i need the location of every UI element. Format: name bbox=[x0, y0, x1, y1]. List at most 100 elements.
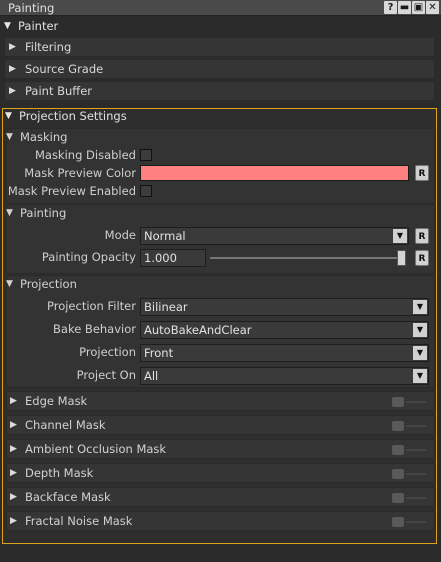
opacity-slider-thumb[interactable] bbox=[397, 250, 406, 266]
toggle-knob bbox=[392, 421, 404, 431]
expand-right-icon: ▶ bbox=[10, 396, 17, 406]
masking-label: Masking bbox=[20, 130, 68, 144]
mask-toggle[interactable] bbox=[392, 493, 426, 503]
expand-right-icon: ▶ bbox=[10, 468, 17, 478]
section-source-grade[interactable]: ▶ Source Grade bbox=[4, 59, 435, 79]
expand-right-icon: ▶ bbox=[9, 86, 16, 96]
opacity-slider-track[interactable] bbox=[210, 257, 406, 259]
mode-value: Normal bbox=[144, 229, 186, 243]
mask-toggle[interactable] bbox=[392, 469, 426, 479]
mask-row-backface[interactable]: ▶ Backface Mask bbox=[6, 487, 435, 507]
window-titlebar: Painting ? ▬ ▣ ✕ bbox=[0, 0, 441, 16]
mask-row-fractal-noise[interactable]: ▶ Fractal Noise Mask bbox=[6, 511, 435, 531]
expand-down-icon: ▼ bbox=[6, 132, 13, 142]
toggle-knob bbox=[392, 397, 404, 407]
project-on-select[interactable]: All ▼ bbox=[140, 367, 429, 385]
mask-preview-enabled-checkbox[interactable] bbox=[140, 185, 152, 197]
painting-header[interactable]: ▼ Painting bbox=[6, 204, 66, 222]
expand-right-icon: ▶ bbox=[10, 492, 17, 502]
painter-section-label: Painter bbox=[18, 19, 59, 33]
toggle-track bbox=[406, 521, 426, 523]
masking-disabled-checkbox[interactable] bbox=[140, 149, 152, 161]
toggle-track bbox=[406, 497, 426, 499]
section-label: Source Grade bbox=[25, 62, 104, 76]
opacity-reset-button[interactable]: R bbox=[415, 250, 429, 266]
mask-row-channel[interactable]: ▶ Channel Mask bbox=[6, 415, 435, 435]
painter-section-header[interactable]: ▼ Painter bbox=[4, 16, 58, 36]
expand-right-icon: ▶ bbox=[10, 420, 17, 430]
mask-label: Ambient Occlusion Mask bbox=[25, 442, 167, 456]
chevron-down-icon: ▼ bbox=[413, 323, 427, 337]
painting-label: Painting bbox=[20, 206, 67, 220]
painting-opacity-label: Painting Opacity bbox=[41, 250, 136, 264]
project-on-value: All bbox=[144, 369, 159, 383]
help-icon[interactable]: ? bbox=[384, 1, 397, 14]
expand-down-icon: ▼ bbox=[6, 208, 13, 218]
section-paint-buffer[interactable]: ▶ Paint Buffer bbox=[4, 81, 435, 101]
masking-disabled-label: Masking Disabled bbox=[34, 148, 136, 162]
projection-header[interactable]: ▼ Projection bbox=[6, 275, 77, 293]
project-on-label: Project On bbox=[76, 368, 136, 382]
painting-opacity-input[interactable]: 1.000 bbox=[140, 249, 206, 267]
toggle-track bbox=[406, 449, 426, 451]
chevron-down-icon: ▼ bbox=[413, 300, 427, 314]
mask-label: Depth Mask bbox=[25, 466, 94, 480]
float-icon[interactable]: ▣ bbox=[412, 1, 425, 14]
minimize-icon[interactable]: ▬ bbox=[398, 1, 411, 14]
mask-preview-color-label: Mask Preview Color bbox=[24, 166, 136, 180]
toggle-knob bbox=[392, 517, 404, 527]
mask-toggle[interactable] bbox=[392, 397, 426, 407]
expand-down-icon: ▼ bbox=[6, 279, 13, 289]
projection-filter-value: Bilinear bbox=[144, 300, 188, 314]
toggle-knob bbox=[392, 469, 404, 479]
titlebar-icons: ? ▬ ▣ ✕ bbox=[384, 1, 439, 14]
projection-mode-value: Front bbox=[144, 346, 174, 360]
projection-mode-select[interactable]: Front ▼ bbox=[140, 344, 429, 362]
projection-settings-header[interactable]: ▼ Projection Settings bbox=[5, 106, 127, 126]
painting-opacity-value: 1.000 bbox=[144, 251, 177, 265]
masking-header[interactable]: ▼ Masking bbox=[6, 128, 67, 146]
expand-right-icon: ▶ bbox=[10, 444, 17, 454]
mask-label: Backface Mask bbox=[25, 490, 111, 504]
toggle-track bbox=[406, 425, 426, 427]
bake-behavior-label: Bake Behavior bbox=[53, 322, 136, 336]
mask-toggle[interactable] bbox=[392, 517, 426, 527]
section-label: Filtering bbox=[25, 40, 72, 54]
mode-label: Mode bbox=[104, 228, 136, 242]
mask-label: Fractal Noise Mask bbox=[25, 514, 133, 528]
chevron-down-icon: ▼ bbox=[413, 346, 427, 360]
close-icon[interactable]: ✕ bbox=[426, 1, 439, 14]
mask-row-ambient-occlusion[interactable]: ▶ Ambient Occlusion Mask bbox=[6, 439, 435, 459]
section-filtering[interactable]: ▶ Filtering bbox=[4, 37, 435, 57]
mask-toggle[interactable] bbox=[392, 421, 426, 431]
toggle-knob bbox=[392, 493, 404, 503]
projection-filter-label: Projection Filter bbox=[46, 299, 136, 313]
mask-toggle[interactable] bbox=[392, 445, 426, 455]
mask-row-edge[interactable]: ▶ Edge Mask bbox=[6, 391, 435, 411]
chevron-down-icon: ▼ bbox=[393, 229, 407, 243]
expand-down-icon: ▼ bbox=[4, 21, 11, 31]
projection-mode-label: Projection bbox=[79, 345, 136, 359]
expand-right-icon: ▶ bbox=[10, 516, 17, 526]
mode-reset-button[interactable]: R bbox=[415, 228, 429, 244]
projection-settings-label: Projection Settings bbox=[19, 109, 127, 123]
toggle-track bbox=[406, 401, 426, 403]
projection-label: Projection bbox=[20, 277, 77, 291]
toggle-track bbox=[406, 473, 426, 475]
expand-right-icon: ▶ bbox=[9, 42, 16, 52]
mask-label: Edge Mask bbox=[25, 394, 88, 408]
window-title: Painting bbox=[8, 1, 55, 15]
mask-label: Channel Mask bbox=[25, 418, 106, 432]
projection-filter-select[interactable]: Bilinear ▼ bbox=[140, 298, 429, 316]
bake-behavior-value: AutoBakeAndClear bbox=[144, 323, 252, 337]
mask-preview-color-swatch[interactable] bbox=[140, 165, 409, 181]
chevron-down-icon: ▼ bbox=[413, 369, 427, 383]
toggle-knob bbox=[392, 445, 404, 455]
mask-preview-enabled-label: Mask Preview Enabled bbox=[7, 184, 136, 198]
mode-select[interactable]: Normal ▼ bbox=[140, 227, 409, 245]
mask-row-depth[interactable]: ▶ Depth Mask bbox=[6, 463, 435, 483]
bake-behavior-select[interactable]: AutoBakeAndClear ▼ bbox=[140, 321, 429, 339]
mask-color-reset-button[interactable]: R bbox=[415, 165, 429, 181]
expand-right-icon: ▶ bbox=[9, 64, 16, 74]
section-label: Paint Buffer bbox=[25, 84, 93, 98]
